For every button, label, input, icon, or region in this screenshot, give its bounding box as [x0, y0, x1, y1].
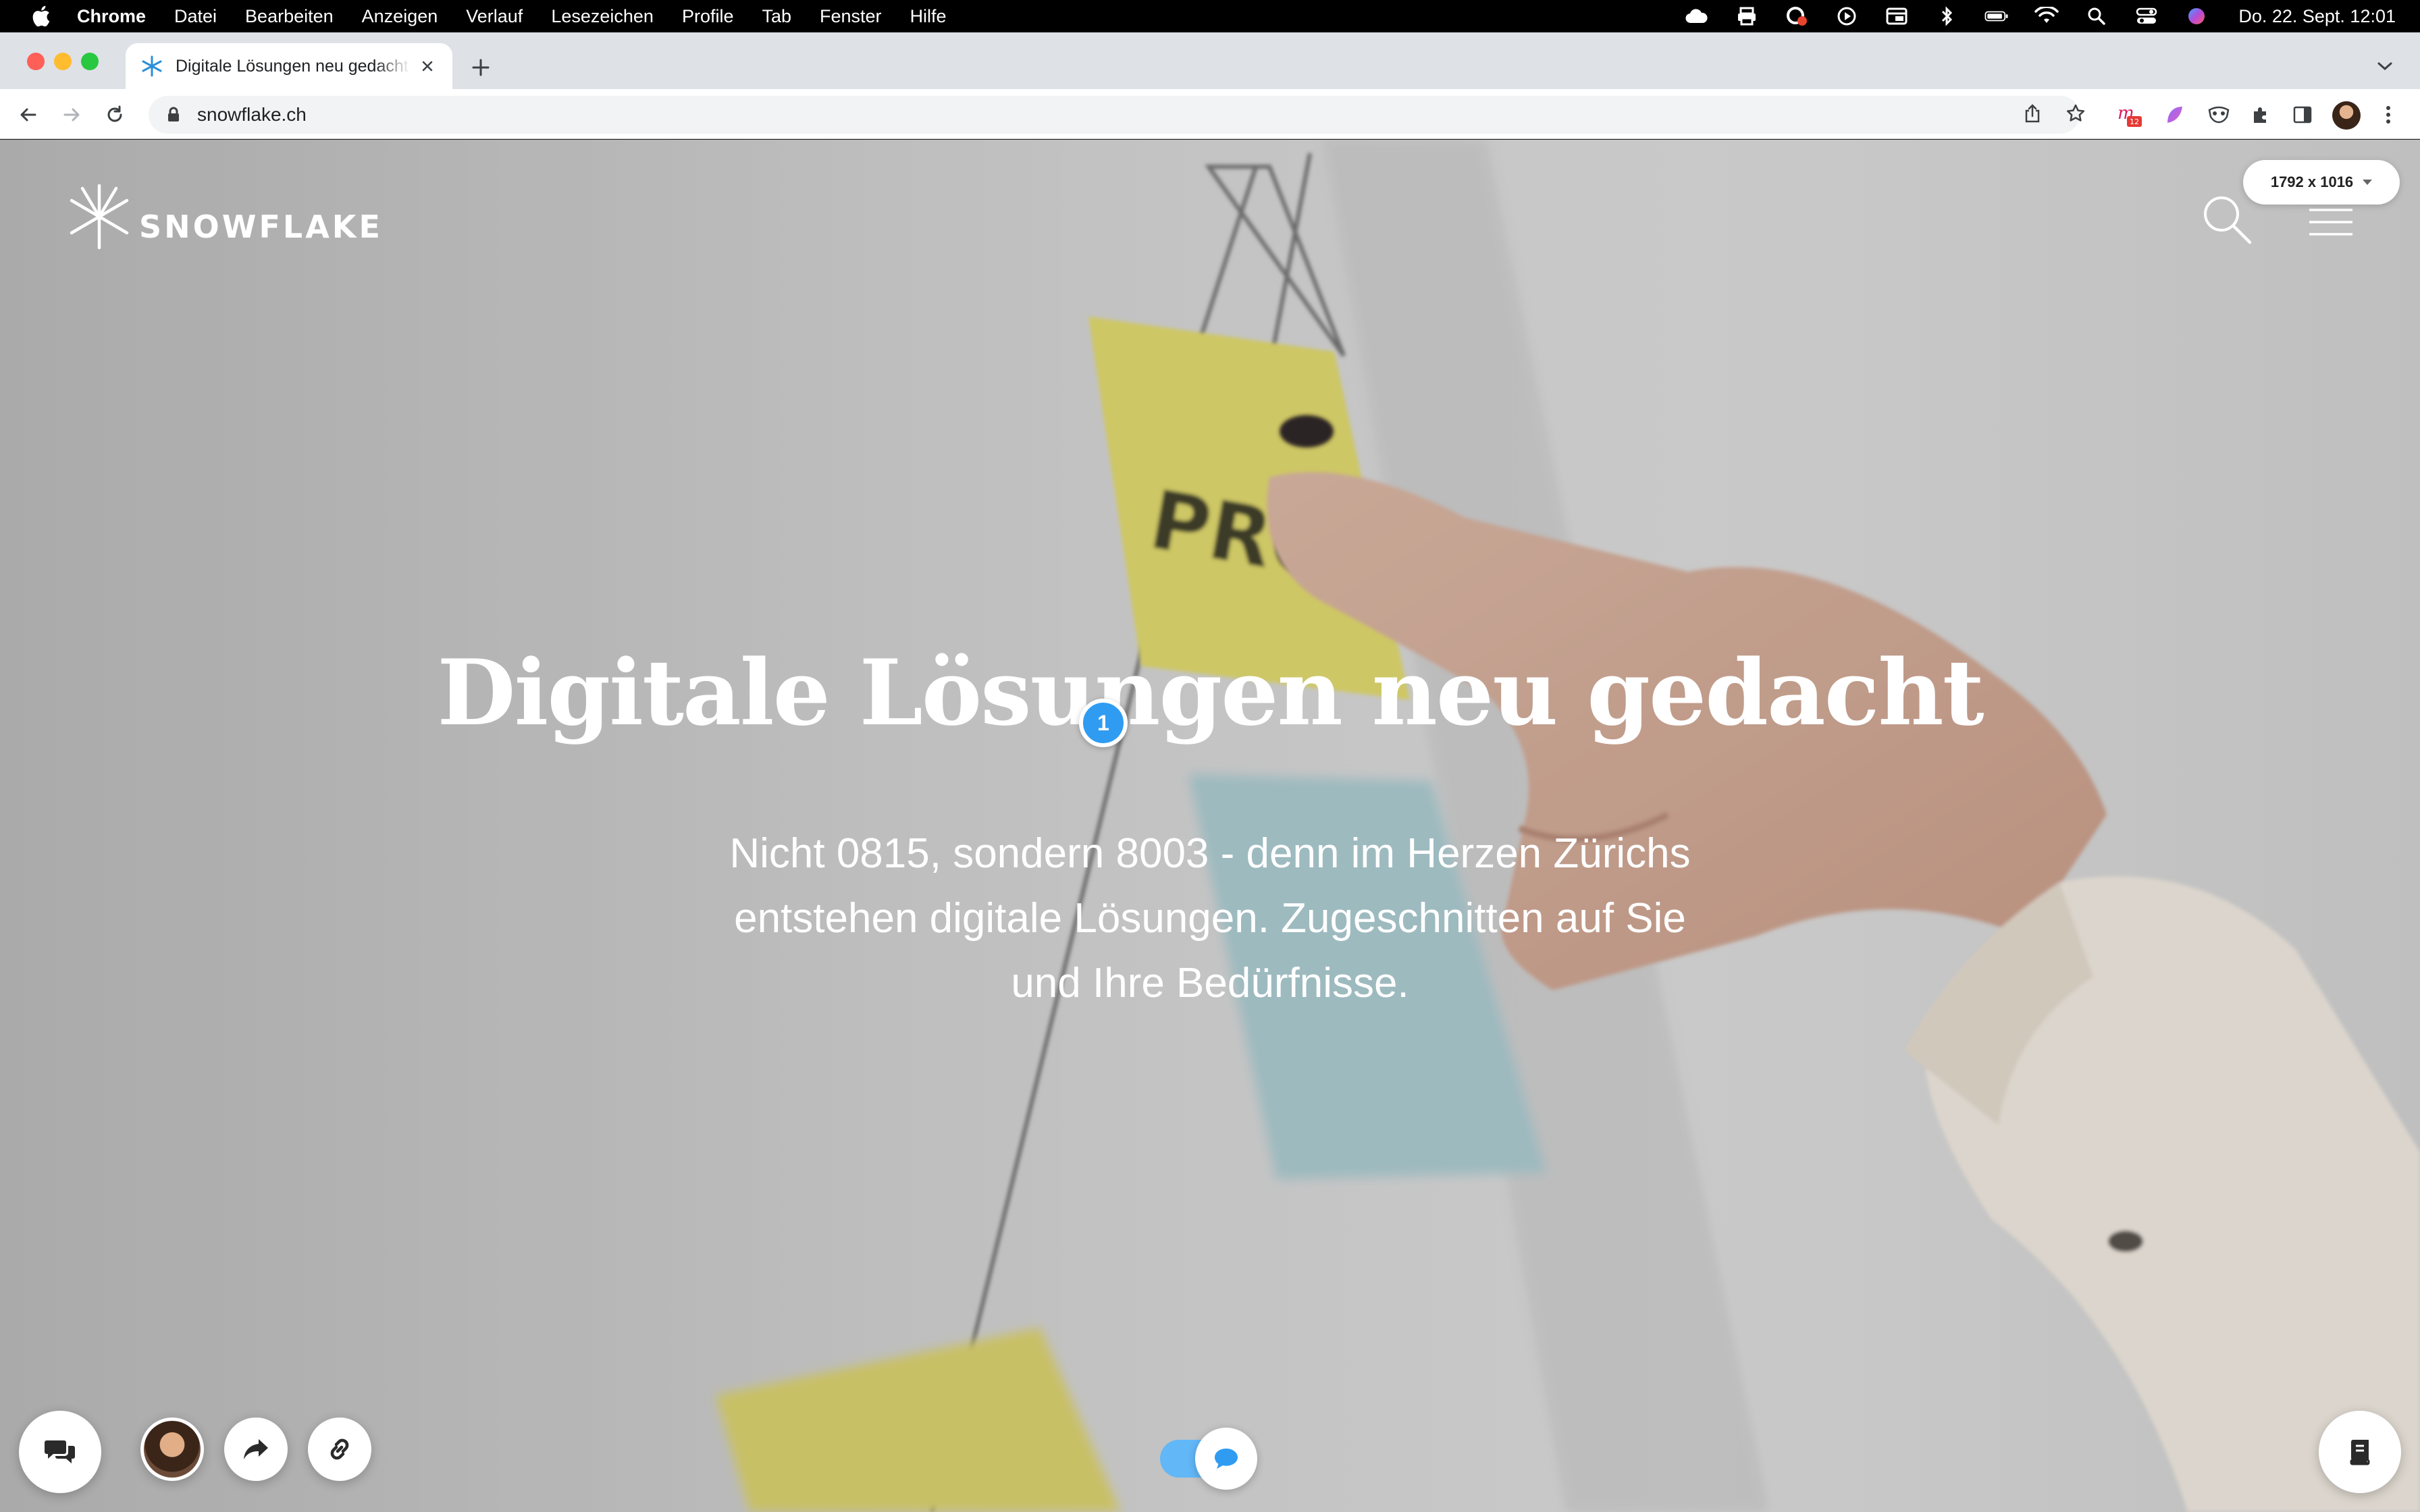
- chat-bubbles-icon: [45, 1440, 75, 1463]
- toggle-knob: [1195, 1428, 1257, 1490]
- browser-tab-active[interactable]: Digitale Lösungen neu gedacht: [126, 43, 452, 89]
- tab-search-chevron-down-icon[interactable]: [2374, 57, 2396, 76]
- menu-fenster[interactable]: Fenster: [820, 6, 882, 27]
- extensions-puzzle-icon[interactable]: [2247, 101, 2274, 128]
- menu-bearbeiten[interactable]: Bearbeiten: [245, 6, 334, 27]
- extension-badge-count: 12: [2130, 117, 2139, 126]
- avatar: [144, 1421, 201, 1478]
- share-button[interactable]: [224, 1418, 288, 1481]
- viewport-size-label: 1792 x 1016: [2270, 173, 2354, 190]
- share-arrow-icon: [244, 1439, 268, 1459]
- link-icon: [330, 1438, 349, 1460]
- extension-mail-badge-icon[interactable]: m 12: [2116, 101, 2143, 128]
- window-zoom-button[interactable]: [81, 53, 99, 70]
- address-bar[interactable]: snowflake.ch: [149, 96, 2080, 134]
- tab-close-icon[interactable]: [417, 56, 438, 76]
- comments-button[interactable]: [19, 1411, 101, 1493]
- macos-menu-bar: Chrome Datei Bearbeiten Anzeigen Verlauf…: [0, 0, 2420, 32]
- siri-icon[interactable]: [2184, 5, 2209, 27]
- feedback-mode-toggle[interactable]: [1160, 1428, 1259, 1490]
- copy-link-button[interactable]: [308, 1418, 371, 1481]
- chevron-down-icon: [2363, 180, 2373, 185]
- status-area: Do. 22. Sept. 12:01: [1659, 0, 2396, 32]
- snowflake-logo[interactable]: SNOWFLAKE: [62, 180, 383, 254]
- activity-monitor-icon[interactable]: [1785, 5, 1809, 27]
- apple-logo-icon[interactable]: [27, 3, 54, 30]
- window-icon[interactable]: [1885, 5, 1909, 27]
- share-page-icon[interactable]: [2019, 100, 2046, 127]
- forward-arrow-icon[interactable]: [58, 101, 85, 128]
- side-panel-icon[interactable]: [2289, 101, 2316, 128]
- spotlight-search-icon[interactable]: [2084, 5, 2109, 27]
- back-arrow-icon[interactable]: [15, 101, 42, 128]
- user-avatar-button[interactable]: [140, 1418, 204, 1481]
- tab-title: Digitale Lösungen neu gedacht: [176, 56, 409, 76]
- window-minimize-button[interactable]: [54, 53, 72, 70]
- bluetooth-icon[interactable]: [1935, 5, 1959, 27]
- menu-anzeigen[interactable]: Anzeigen: [362, 6, 438, 27]
- window-close-button[interactable]: [27, 53, 45, 70]
- notebook-icon: [2350, 1440, 2370, 1465]
- hero-title: Digitale Lösungen neu gedacht: [437, 639, 1984, 746]
- menu-lesezeichen[interactable]: Lesezeichen: [551, 6, 654, 27]
- menu-datei[interactable]: Datei: [174, 6, 217, 27]
- new-tab-plus-icon[interactable]: [467, 54, 494, 81]
- viewport-size-dropdown[interactable]: 1792 x 1016: [2243, 160, 2400, 205]
- extension-mask-icon[interactable]: [2205, 101, 2232, 128]
- menu-tab[interactable]: Tab: [762, 6, 791, 27]
- play-icon[interactable]: [1835, 5, 1859, 27]
- wifi-icon[interactable]: [2034, 5, 2059, 27]
- address-url[interactable]: snowflake.ch: [197, 104, 307, 126]
- profile-avatar[interactable]: [2332, 101, 2361, 130]
- feedback-pin-marker[interactable]: 1: [1079, 699, 1128, 747]
- snowflake-favicon-icon: [142, 55, 162, 77]
- page-viewport: PROD SNOWFLAKE: [0, 140, 2420, 1512]
- menu-verlauf[interactable]: Verlauf: [466, 6, 523, 27]
- site-search-icon[interactable]: [2201, 194, 2253, 245]
- logo-wordmark: SNOWFLAKE: [139, 209, 383, 245]
- bookmark-star-icon[interactable]: [2062, 100, 2089, 127]
- notes-button[interactable]: [2319, 1411, 2401, 1493]
- menu-clock[interactable]: Do. 22. Sept. 12:01: [2238, 6, 2396, 27]
- battery-icon[interactable]: [1984, 5, 2009, 27]
- control-center-icon[interactable]: [2134, 5, 2159, 27]
- comment-bubble-icon: [1215, 1449, 1238, 1469]
- menu-app-chrome[interactable]: Chrome: [77, 6, 146, 27]
- extension-feather-icon[interactable]: [2161, 101, 2188, 128]
- printer-icon[interactable]: [1735, 5, 1759, 27]
- menu-profile[interactable]: Profile: [682, 6, 734, 27]
- menu-hilfe[interactable]: Hilfe: [910, 6, 947, 27]
- browser-toolbar: snowflake.ch m 12: [0, 89, 2420, 139]
- lock-icon[interactable]: [165, 106, 182, 124]
- reload-icon[interactable]: [101, 101, 128, 128]
- cloud-icon[interactable]: [1685, 5, 1709, 27]
- hamburger-menu-icon[interactable]: [2308, 207, 2354, 237]
- chrome-menu-kebab-icon[interactable]: [2378, 101, 2398, 128]
- hero-subtitle: Nicht 0815, sondern 8003 - denn im Herze…: [729, 830, 1691, 1006]
- snowflake-logo-icon: [70, 184, 129, 250]
- browser-tab-strip: Digitale Lösungen neu gedacht: [0, 32, 2420, 89]
